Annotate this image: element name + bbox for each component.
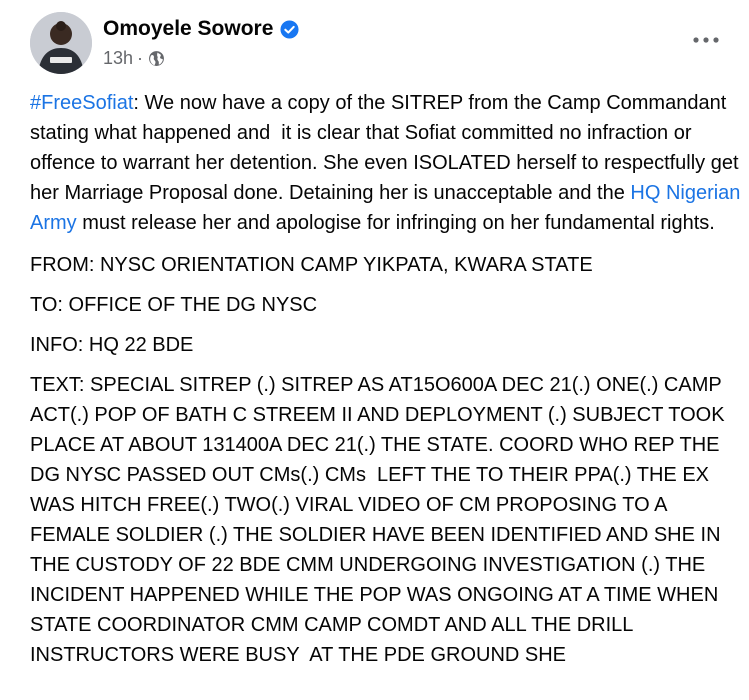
to-line: TO: OFFICE OF THE DG NYSC: [30, 294, 318, 316]
facebook-post: Omoyele Sowore 13h · #FreeSofiat: We now…: [0, 0, 749, 700]
hashtag-link[interactable]: #FreeSofiat: [30, 92, 133, 114]
verified-badge-icon: [280, 19, 299, 39]
meta-separator: ·: [137, 48, 144, 68]
intro-text-after-link: must release her and apologise for infri…: [76, 212, 715, 234]
globe-icon[interactable]: [148, 50, 165, 67]
author-row: Omoyele Sowore: [103, 17, 299, 41]
more-options-icon: [693, 37, 719, 43]
post-meta: 13h ·: [103, 47, 165, 69]
sitrep-text: TEXT: SPECIAL SITREP (.) SITREP AS AT15O…: [30, 374, 731, 666]
avatar-image: [30, 12, 92, 74]
info-line: INFO: HQ 22 BDE: [30, 334, 194, 356]
author-name[interactable]: Omoyele Sowore: [103, 17, 273, 41]
post-header: Omoyele Sowore 13h ·: [0, 0, 749, 80]
more-options-button[interactable]: [690, 28, 722, 52]
from-line: FROM: NYSC ORIENTATION CAMP YIKPATA, KWA…: [30, 254, 593, 276]
author-avatar[interactable]: [30, 12, 92, 74]
post-body: #FreeSofiat: We now have a copy of the S…: [30, 88, 742, 682]
intro-paragraph: #FreeSofiat: We now have a copy of the S…: [30, 88, 742, 238]
post-timestamp[interactable]: 13h: [103, 47, 133, 69]
